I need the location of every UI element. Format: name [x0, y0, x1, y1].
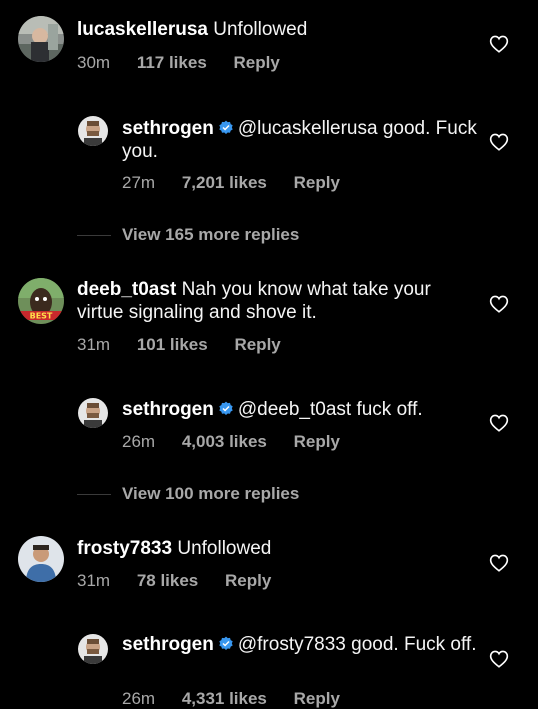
- comment-text: lucaskellerusa Unfollowed: [77, 18, 477, 41]
- avatar[interactable]: [18, 16, 64, 62]
- likes-count[interactable]: 4,003 likes: [182, 432, 267, 452]
- comment-body: Unfollowed: [213, 19, 308, 40]
- username[interactable]: sethrogen: [122, 634, 214, 655]
- reply-button[interactable]: Reply: [234, 335, 280, 355]
- comment-body: @deeb_t0ast fuck off.: [237, 399, 423, 420]
- heart-outline-icon[interactable]: [489, 295, 509, 313]
- divider-line: [77, 493, 111, 495]
- timestamp: 31m: [77, 571, 111, 590]
- heart-outline-icon[interactable]: [489, 414, 509, 432]
- view-more-label: View 100 more replies: [122, 484, 300, 503]
- avatar[interactable]: [18, 536, 64, 582]
- likes-count[interactable]: 101 likes: [137, 335, 208, 355]
- view-more-replies-button[interactable]: View 100 more replies: [77, 484, 299, 504]
- comment-meta: 26m 4,003 likes Reply: [122, 432, 340, 452]
- timestamp: 26m: [122, 432, 156, 451]
- reply-button[interactable]: Reply: [294, 432, 340, 452]
- timestamp: 31m: [77, 335, 111, 354]
- likes-count[interactable]: 117 likes: [137, 53, 207, 73]
- username[interactable]: deeb_t0ast: [77, 279, 176, 300]
- reply-button[interactable]: Reply: [294, 173, 340, 193]
- username[interactable]: sethrogen: [122, 118, 214, 139]
- comment-meta: 30m 117 likes Reply: [77, 53, 280, 73]
- verified-badge-icon: [219, 401, 233, 415]
- avatar[interactable]: [78, 116, 108, 146]
- heart-outline-icon[interactable]: [489, 554, 509, 572]
- comment-meta: 27m 7,201 likes Reply: [122, 173, 340, 193]
- timestamp: 26m: [122, 689, 156, 708]
- avatar[interactable]: [78, 398, 108, 428]
- view-more-label: View 165 more replies: [122, 225, 300, 244]
- timestamp: 30m: [77, 53, 111, 72]
- comment-meta: 31m 78 likes Reply: [77, 571, 271, 591]
- username[interactable]: sethrogen: [122, 399, 214, 420]
- comment-text: deeb_t0ast Nah you know what take your v…: [77, 278, 477, 324]
- reply-button[interactable]: Reply: [225, 571, 271, 591]
- avatar[interactable]: BEST: [18, 278, 64, 324]
- divider-line: [77, 234, 111, 236]
- heart-outline-icon[interactable]: [489, 650, 509, 668]
- likes-count[interactable]: 4,331 likes: [182, 689, 267, 709]
- avatar-text: BEST: [30, 312, 53, 321]
- reply-button[interactable]: Reply: [234, 53, 280, 73]
- comment-text: sethrogen @frosty7833 good. Fuck off.: [122, 633, 477, 656]
- comment-meta: 31m 101 likes Reply: [77, 335, 281, 355]
- likes-count[interactable]: 7,201 likes: [182, 173, 267, 193]
- comment-text: frosty7833 Unfollowed: [77, 537, 477, 560]
- username[interactable]: frosty7833: [77, 538, 172, 559]
- comment-text: sethrogen @deeb_t0ast fuck off.: [122, 398, 477, 421]
- verified-badge-icon: [219, 120, 233, 134]
- avatar[interactable]: [78, 634, 108, 664]
- comment-body: Unfollowed: [177, 538, 272, 559]
- verified-badge-icon: [219, 636, 233, 650]
- view-more-replies-button[interactable]: View 165 more replies: [77, 225, 299, 245]
- comment-meta: 26m 4,331 likes Reply: [122, 689, 340, 709]
- heart-outline-icon[interactable]: [489, 35, 509, 53]
- comment-body: @frosty7833 good. Fuck off.: [237, 634, 477, 655]
- reply-button[interactable]: Reply: [294, 689, 340, 709]
- timestamp: 27m: [122, 173, 156, 192]
- comment-text: sethrogen @lucaskellerusa good. Fuck you.: [122, 117, 477, 163]
- heart-outline-icon[interactable]: [489, 133, 509, 151]
- likes-count[interactable]: 78 likes: [137, 571, 198, 591]
- username[interactable]: lucaskellerusa: [77, 19, 208, 40]
